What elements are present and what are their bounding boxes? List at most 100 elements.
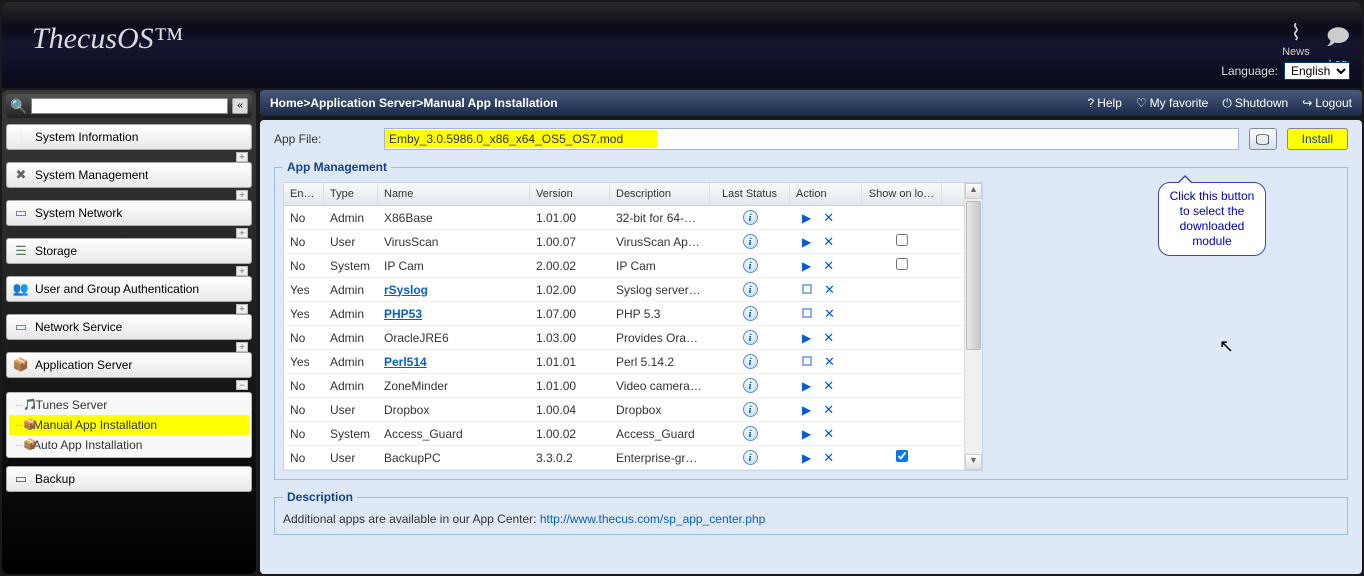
sidebar-item-backup[interactable]: ▭Backup bbox=[6, 466, 252, 492]
expand-button[interactable]: + bbox=[236, 304, 248, 314]
expand-button[interactable]: + bbox=[236, 228, 248, 238]
remove-button[interactable]: ✕ bbox=[818, 354, 841, 369]
sidebar-item[interactable]: ▭System Network bbox=[6, 200, 252, 226]
app-name-link[interactable]: Perl514 bbox=[384, 355, 427, 369]
table-scrollbar[interactable]: ▲ ▼ bbox=[964, 183, 982, 470]
callout-tip: Click this button to select the download… bbox=[1158, 182, 1266, 256]
table-row[interactable]: NoSystemIP Cam2.00.02IP Cami▶✕ bbox=[284, 254, 964, 278]
collapse-sidebar-button[interactable]: « bbox=[232, 98, 248, 114]
favorite-button[interactable]: ♡My favorite bbox=[1136, 96, 1208, 111]
info-icon[interactable]: i bbox=[743, 450, 758, 465]
col-version[interactable]: Version bbox=[530, 183, 610, 205]
install-button[interactable]: Install bbox=[1287, 128, 1348, 150]
sidebar-item[interactable]: ☰Storage bbox=[6, 238, 252, 264]
table-row[interactable]: YesAdminPHP531.07.00PHP 5.3i✕ bbox=[284, 302, 964, 326]
remove-button[interactable]: ✕ bbox=[817, 402, 840, 417]
col-type[interactable]: Type bbox=[324, 183, 378, 205]
stop-button[interactable] bbox=[802, 284, 812, 294]
sidebar-item[interactable]: 📦Application Server bbox=[6, 352, 252, 378]
expand-button[interactable]: + bbox=[236, 266, 248, 276]
remove-button[interactable]: ✕ bbox=[818, 282, 841, 297]
language-dropdown[interactable]: English bbox=[1284, 62, 1350, 80]
subnav-item[interactable]: 📦Auto App Installation bbox=[9, 435, 249, 455]
subnav-item[interactable]: 🎵iTunes Server bbox=[9, 395, 249, 415]
info-icon[interactable]: i bbox=[743, 234, 758, 249]
app-center-link[interactable]: http://www.thecus.com/sp_app_center.php bbox=[540, 512, 765, 526]
nav-icon: 👥 bbox=[13, 281, 29, 297]
shutdown-button[interactable]: ⏻Shutdown bbox=[1222, 96, 1288, 111]
start-button[interactable]: ▶ bbox=[796, 259, 817, 273]
remove-button[interactable]: ✕ bbox=[818, 306, 841, 321]
show-on-login-checkbox[interactable] bbox=[896, 234, 908, 246]
remove-button[interactable]: ✕ bbox=[817, 378, 840, 393]
table-row[interactable]: NoUserBackupPC3.3.0.2Enterprise-gra…i▶✕ bbox=[284, 446, 964, 470]
expand-button[interactable]: + bbox=[236, 152, 248, 162]
info-icon[interactable]: i bbox=[743, 258, 758, 273]
col-last-status[interactable]: Last Status bbox=[710, 183, 790, 205]
start-button[interactable]: ▶ bbox=[796, 451, 817, 465]
start-button[interactable]: ▶ bbox=[796, 235, 817, 249]
info-icon[interactable]: i bbox=[743, 306, 758, 321]
table-row[interactable]: NoAdminZoneMinder1.01.00Video camera…i▶✕ bbox=[284, 374, 964, 398]
cell-show bbox=[862, 215, 942, 221]
app-name-link[interactable]: rSyslog bbox=[384, 283, 428, 297]
info-icon[interactable]: i bbox=[743, 354, 758, 369]
info-icon[interactable]: i bbox=[743, 378, 758, 393]
remove-button[interactable]: ✕ bbox=[817, 234, 840, 249]
start-button[interactable]: ▶ bbox=[796, 403, 817, 417]
breadcrumb-l1[interactable]: Application Server bbox=[310, 96, 416, 110]
info-icon[interactable]: i bbox=[743, 426, 758, 441]
sidebar-item[interactable]: 👥User and Group Authentication bbox=[6, 276, 252, 302]
info-icon[interactable]: i bbox=[743, 330, 758, 345]
expand-button[interactable]: + bbox=[236, 342, 248, 352]
cell-description: Dropbox bbox=[610, 400, 710, 420]
browse-button[interactable]: 🖵 bbox=[1249, 128, 1277, 150]
scroll-thumb[interactable] bbox=[966, 201, 981, 350]
remove-button[interactable]: ✕ bbox=[817, 258, 840, 273]
help-button[interactable]: ?Help bbox=[1088, 96, 1122, 111]
app-name-link[interactable]: PHP53 bbox=[384, 307, 422, 321]
start-button[interactable]: ▶ bbox=[796, 379, 817, 393]
col-description[interactable]: Description bbox=[610, 183, 710, 205]
search-input[interactable] bbox=[31, 98, 228, 114]
cell-status: i bbox=[710, 231, 790, 253]
logout-button[interactable]: ↪Logout bbox=[1302, 96, 1352, 111]
col-name[interactable]: Name bbox=[378, 183, 530, 205]
show-on-login-checkbox[interactable] bbox=[896, 258, 908, 270]
table-row[interactable]: NoSystemAccess_Guard1.00.02Access_Guardi… bbox=[284, 422, 964, 446]
info-icon[interactable]: i bbox=[743, 402, 758, 417]
sidebar-item[interactable]: ℹSystem Information bbox=[6, 124, 252, 150]
scroll-down-button[interactable]: ▼ bbox=[965, 454, 982, 470]
sidebar-item[interactable]: ▭Network Service bbox=[6, 314, 252, 340]
remove-button[interactable]: ✕ bbox=[817, 330, 840, 345]
table-row[interactable]: NoAdminX86Base1.01.0032-bit for 64-…i▶✕ bbox=[284, 206, 964, 230]
cell-type: Admin bbox=[324, 376, 378, 396]
col-enabled[interactable]: Ena… bbox=[284, 183, 324, 205]
sidebar-item[interactable]: ✖System Management bbox=[6, 162, 252, 188]
cell-action: ▶✕ bbox=[790, 327, 862, 349]
table-row[interactable]: NoAdminOracleJRE61.03.00Provides Oracl…i… bbox=[284, 326, 964, 350]
table-row[interactable]: YesAdminrSyslog1.02.00Syslog server …i✕ bbox=[284, 278, 964, 302]
start-button[interactable]: ▶ bbox=[796, 211, 817, 225]
info-icon[interactable]: i bbox=[743, 282, 758, 297]
table-row[interactable]: NoUserDropbox1.00.04Dropboxi▶✕ bbox=[284, 398, 964, 422]
stop-button[interactable] bbox=[802, 356, 812, 366]
stop-button[interactable] bbox=[802, 308, 812, 318]
table-row[interactable]: YesAdminPerl5141.01.01Perl 5.14.2i✕ bbox=[284, 350, 964, 374]
expand-button[interactable]: + bbox=[236, 190, 248, 200]
start-button[interactable]: ▶ bbox=[796, 331, 817, 345]
breadcrumb-home[interactable]: Home bbox=[270, 96, 303, 110]
table-row[interactable]: NoUserVirusScan1.00.07VirusScan Ap…i▶✕ bbox=[284, 230, 964, 254]
remove-button[interactable]: ✕ bbox=[817, 426, 840, 441]
info-icon[interactable]: i bbox=[743, 210, 758, 225]
col-show-on-login[interactable]: Show on lo… bbox=[862, 183, 942, 205]
remove-button[interactable]: ✕ bbox=[817, 210, 840, 225]
start-button[interactable]: ▶ bbox=[796, 427, 817, 441]
app-file-input[interactable]: Emby_3.0.5986.0_x86_x64_OS5_OS7.mod bbox=[384, 128, 1239, 150]
scroll-up-button[interactable]: ▲ bbox=[965, 183, 982, 199]
show-on-login-checkbox[interactable] bbox=[896, 450, 908, 462]
col-action[interactable]: Action bbox=[790, 183, 862, 205]
expand-button[interactable]: − bbox=[236, 380, 248, 390]
subnav-item[interactable]: 📦Manual App Installation bbox=[9, 415, 249, 435]
remove-button[interactable]: ✕ bbox=[817, 450, 840, 465]
